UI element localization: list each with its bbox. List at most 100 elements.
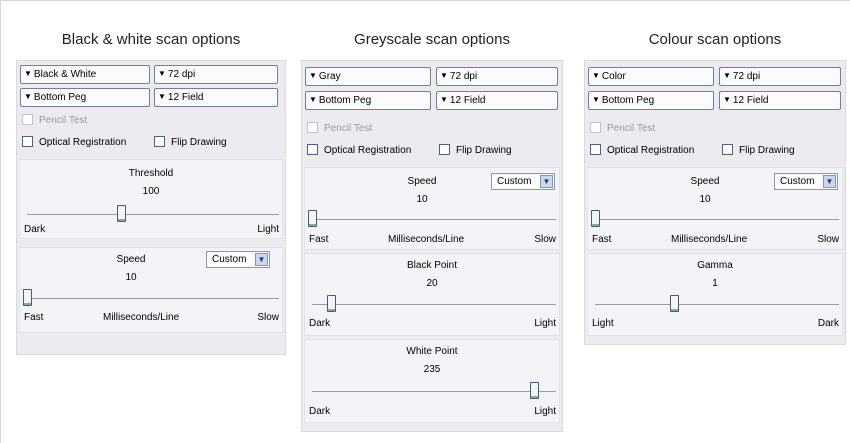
speed-slider-thumb[interactable] <box>308 210 317 227</box>
black-point-label: Black Point <box>406 260 458 271</box>
colour-speed-preset-combo[interactable]: Custom ▼ <box>774 173 838 190</box>
checkbox-box <box>590 122 601 133</box>
grey-mode-dropdown[interactable]: ▼ Gray <box>305 67 431 86</box>
grey-column: Greyscale scan options ▼ Gray ▼ 72 dpi ▼ Bo… <box>301 0 563 443</box>
down-triangle-icon: ▼ <box>592 95 600 104</box>
speed-value: 10 <box>699 194 711 205</box>
white-point-slider-track[interactable] <box>312 391 556 392</box>
down-triangle-icon: ▼ <box>309 71 317 80</box>
speed-slider-track[interactable] <box>308 219 556 220</box>
speed-low-label: Fast <box>24 312 44 323</box>
black-point-slider-track[interactable] <box>312 304 556 305</box>
chevron-down-icon[interactable]: ▼ <box>540 175 553 188</box>
speed-low-label: Fast <box>592 234 612 245</box>
colour-resolution-dropdown[interactable]: ▼ 72 dpi <box>719 67 841 86</box>
speed-unit-label: Milliseconds/Line <box>671 234 748 245</box>
bw-optical-registration-checkbox[interactable]: Optical Registration <box>22 136 126 149</box>
threshold-high-label: Light <box>257 224 279 235</box>
bw-column: Black & white scan options ▼ Black & Whit… <box>16 0 286 443</box>
checkbox-box <box>307 144 318 155</box>
down-triangle-icon: ▼ <box>723 71 731 80</box>
down-triangle-icon: ▼ <box>440 71 448 80</box>
down-triangle-icon: ▼ <box>723 95 731 104</box>
down-triangle-icon: ▼ <box>592 71 600 80</box>
speed-slider-thumb[interactable] <box>23 289 32 306</box>
grey-black-point-section: Black Point 20 Dark Light <box>304 253 560 336</box>
grey-speed-section: Speed Custom ▼ 10 Fast Milliseconds/Line… <box>304 167 560 250</box>
speed-value: 10 <box>416 194 428 205</box>
colour-mode-dropdown[interactable]: ▼ Color <box>588 67 714 86</box>
chevron-down-icon[interactable]: ▼ <box>255 253 268 266</box>
gamma-slider-track[interactable] <box>595 304 839 305</box>
gamma-high-label: Dark <box>817 318 839 329</box>
bw-mode-dropdown[interactable]: ▼ Black & White <box>20 65 150 84</box>
speed-slider-thumb[interactable] <box>591 210 600 227</box>
gamma-slider-thumb[interactable] <box>670 295 679 312</box>
speed-high-label: Slow <box>257 312 279 323</box>
white-point-high-label: Light <box>534 406 556 417</box>
checkbox-box <box>154 136 165 147</box>
threshold-label: Threshold <box>128 168 174 179</box>
speed-high-label: Slow <box>817 234 839 245</box>
down-triangle-icon: ▼ <box>24 69 32 78</box>
colour-peg-dropdown[interactable]: ▼ Bottom Peg <box>588 91 714 110</box>
checkbox-box <box>590 144 601 155</box>
grey-field-dropdown[interactable]: ▼ 12 Field <box>436 91 558 110</box>
bw-speed-preset-combo[interactable]: Custom ▼ <box>206 251 270 268</box>
black-point-low-label: Dark <box>309 318 331 329</box>
checkbox-box <box>722 144 733 155</box>
white-point-label: White Point <box>406 346 458 357</box>
colour-title: Colour scan options <box>648 31 782 48</box>
grey-speed-preset-combo[interactable]: Custom ▼ <box>491 173 555 190</box>
bw-pencil-test-checkbox[interactable]: Pencil Test <box>22 114 87 127</box>
white-point-low-label: Dark <box>309 406 331 417</box>
grey-flip-drawing-checkbox[interactable]: Flip Drawing <box>439 144 512 157</box>
speed-slider-track[interactable] <box>591 219 839 220</box>
grey-pencil-test-checkbox[interactable]: Pencil Test <box>307 122 372 135</box>
bw-field-dropdown[interactable]: ▼ 12 Field <box>154 88 278 107</box>
bw-peg-dropdown[interactable]: ▼ Bottom Peg <box>20 88 150 107</box>
black-point-value: 20 <box>426 278 438 289</box>
down-triangle-icon: ▼ <box>309 95 317 104</box>
grey-white-point-section: White Point 235 Dark Light <box>304 339 560 423</box>
bw-speed-section: Speed Custom ▼ 10 Fast Milliseconds/Line… <box>19 247 283 333</box>
speed-low-label: Fast <box>309 234 329 245</box>
checkbox-box <box>307 122 318 133</box>
white-point-slider-thumb[interactable] <box>530 382 539 399</box>
colour-speed-section: Speed Custom ▼ 10 Fast Milliseconds/Line… <box>587 167 843 250</box>
colour-panel: ▼ Color ▼ 72 dpi ▼ Bottom Peg ▼ 12 Field Pen… <box>584 60 846 345</box>
bw-flip-drawing-checkbox[interactable]: Flip Drawing <box>154 136 227 149</box>
down-triangle-icon: ▼ <box>158 69 166 78</box>
grey-resolution-dropdown[interactable]: ▼ 72 dpi <box>436 67 558 86</box>
black-point-slider-thumb[interactable] <box>327 295 336 312</box>
down-triangle-icon: ▼ <box>158 92 166 101</box>
gamma-value: 1 <box>712 278 718 289</box>
speed-slider-track[interactable] <box>23 298 279 299</box>
down-triangle-icon: ▼ <box>440 95 448 104</box>
speed-unit-label: Milliseconds/Line <box>388 234 465 245</box>
bw-threshold-section: Threshold 100 Dark Light <box>19 159 283 239</box>
chevron-down-icon[interactable]: ▼ <box>823 175 836 188</box>
checkbox-box <box>22 114 33 125</box>
bw-resolution-dropdown[interactable]: ▼ 72 dpi <box>154 65 278 84</box>
bw-panel: ▼ Black & White ▼ 72 dpi ▼ Bottom Peg ▼ 12 F… <box>16 60 286 355</box>
threshold-slider-thumb[interactable] <box>117 205 126 222</box>
colour-pencil-test-checkbox[interactable]: Pencil Test <box>590 122 655 135</box>
colour-field-dropdown[interactable]: ▼ 12 Field <box>719 91 841 110</box>
grey-title: Greyscale scan options <box>354 31 510 48</box>
gamma-label: Gamma <box>697 260 733 271</box>
speed-unit-label: Milliseconds/Line <box>103 312 180 323</box>
threshold-slider-track[interactable] <box>27 214 279 215</box>
colour-column: Colour scan options ▼ Color ▼ 72 dpi ▼ Bott… <box>584 0 846 443</box>
speed-high-label: Slow <box>534 234 556 245</box>
colour-optical-registration-checkbox[interactable]: Optical Registration <box>590 144 694 157</box>
grey-peg-dropdown[interactable]: ▼ Bottom Peg <box>305 91 431 110</box>
gamma-low-label: Light <box>592 318 614 329</box>
colour-flip-drawing-checkbox[interactable]: Flip Drawing <box>722 144 795 157</box>
checkbox-box <box>22 136 33 147</box>
colour-gamma-section: Gamma 1 Light Dark <box>587 253 843 336</box>
grey-optical-registration-checkbox[interactable]: Optical Registration <box>307 144 411 157</box>
speed-value: 10 <box>125 272 137 283</box>
grey-panel: ▼ Gray ▼ 72 dpi ▼ Bottom Peg ▼ 12 Field Penc… <box>301 60 563 432</box>
black-point-high-label: Light <box>534 318 556 329</box>
